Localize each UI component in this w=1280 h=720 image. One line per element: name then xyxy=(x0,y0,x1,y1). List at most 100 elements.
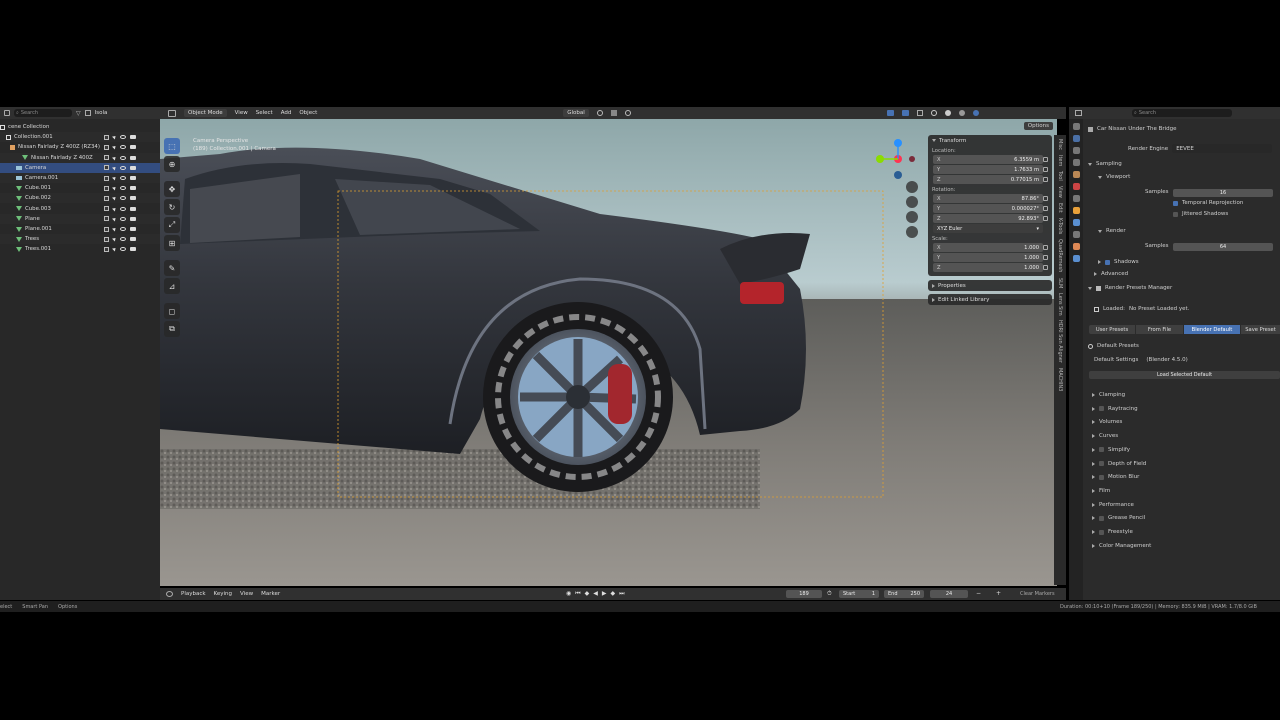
render-camera-icon[interactable] xyxy=(130,165,136,170)
editor-type-icon[interactable] xyxy=(168,109,176,117)
render-camera-icon[interactable] xyxy=(130,206,136,211)
panel-section[interactable]: Freestyle xyxy=(1092,529,1133,535)
transform-tool-icon[interactable]: ⊞ xyxy=(164,235,180,251)
constraints-tab-icon[interactable] xyxy=(1072,243,1080,250)
panel-section[interactable]: Clamping xyxy=(1092,392,1125,398)
eye-icon[interactable] xyxy=(120,227,126,231)
exclude-checkbox-icon[interactable] xyxy=(104,246,109,252)
tool-tab-icon[interactable] xyxy=(1072,123,1080,130)
eye-icon[interactable] xyxy=(120,155,126,160)
outliner-row[interactable]: Cube.002 xyxy=(0,193,160,204)
selectable-icon[interactable] xyxy=(112,134,117,140)
properties-section[interactable]: Properties xyxy=(928,280,1052,291)
exclude-checkbox-icon[interactable] xyxy=(104,165,109,171)
rotation-z-field[interactable]: Z 92.893° xyxy=(933,214,1043,223)
menu-playback[interactable]: Playback xyxy=(181,591,206,597)
outliner-row[interactable]: cene Collection xyxy=(0,122,160,132)
pivot-icon[interactable] xyxy=(596,110,603,116)
eye-icon[interactable] xyxy=(120,216,126,221)
edit-linked-library-section[interactable]: Edit Linked Library xyxy=(928,294,1052,305)
add-cube-tool-icon[interactable]: ◻ xyxy=(164,303,180,319)
sampling-header[interactable]: Sampling xyxy=(1088,161,1122,167)
snap-icon[interactable] xyxy=(610,110,617,116)
output-tab-icon[interactable] xyxy=(1072,147,1080,154)
panel-section[interactable]: Grease Pencil xyxy=(1092,515,1145,521)
minus-icon[interactable]: − xyxy=(976,590,981,597)
checkbox-icon[interactable] xyxy=(1099,515,1104,521)
render-subheader[interactable]: Render xyxy=(1098,228,1126,234)
outliner-row[interactable]: Camera.001 xyxy=(0,173,160,183)
sidebar-tab[interactable]: SLM xyxy=(1057,278,1063,288)
selectable-icon[interactable] xyxy=(112,216,117,222)
object-tab-icon[interactable] xyxy=(1072,207,1080,214)
eye-icon[interactable] xyxy=(120,196,126,201)
shading-rendered-icon[interactable] xyxy=(972,110,979,116)
checkbox-icon[interactable] xyxy=(1105,259,1110,265)
play-icon[interactable]: ▶ xyxy=(602,590,607,598)
lock-icon[interactable] xyxy=(1043,167,1048,172)
transform-header[interactable]: Transform xyxy=(928,135,1052,146)
eye-icon[interactable] xyxy=(120,206,126,211)
proportional-edit-icon[interactable] xyxy=(624,110,631,116)
scale-x-field[interactable]: X 1.000 xyxy=(933,243,1043,252)
viewport-subheader[interactable]: Viewport xyxy=(1098,174,1130,180)
lock-icon[interactable] xyxy=(1043,245,1048,250)
render-camera-icon[interactable] xyxy=(130,186,136,191)
lock-icon[interactable] xyxy=(1043,206,1048,211)
shading-wireframe-icon[interactable] xyxy=(930,110,937,116)
exclude-checkbox-icon[interactable] xyxy=(104,206,109,212)
render-camera-icon[interactable] xyxy=(130,227,136,231)
editor-type-icon[interactable] xyxy=(1075,110,1082,116)
isolate-button[interactable]: Isola xyxy=(95,110,108,116)
shading-solid-icon[interactable] xyxy=(944,110,951,116)
exclude-checkbox-icon[interactable] xyxy=(104,195,109,201)
world-tab-icon[interactable] xyxy=(1072,183,1080,190)
scale-z-field[interactable]: Z 1.000 xyxy=(933,263,1043,272)
selectable-icon[interactable] xyxy=(112,246,117,252)
sidebar-tab[interactable]: QuadRemesh xyxy=(1057,239,1063,272)
new-collection-icon[interactable] xyxy=(84,110,91,116)
selectable-icon[interactable] xyxy=(112,144,117,150)
scene-tab-icon[interactable] xyxy=(1072,171,1080,178)
tab-blender-default[interactable]: Blender Default xyxy=(1184,325,1240,334)
rotation-x-field[interactable]: X 87.86° xyxy=(933,194,1043,203)
panel-section[interactable]: Raytracing xyxy=(1092,406,1138,412)
render-tab-icon[interactable] xyxy=(1072,135,1080,142)
eye-icon[interactable] xyxy=(120,176,126,180)
sidebar-tab[interactable]: Tool xyxy=(1057,171,1063,181)
render-engine-dropdown[interactable]: EEVEE xyxy=(1172,144,1273,153)
current-frame-field[interactable]: 189 xyxy=(786,590,822,598)
prev-keyframe-icon[interactable]: ◆ xyxy=(585,590,590,598)
outliner-row[interactable]: Nissan Fairlady Z 400Z (RZ34) xyxy=(0,142,160,152)
scale-tool-icon[interactable]: ⤢ xyxy=(164,217,180,233)
scale-y-field[interactable]: Y 1.000 xyxy=(933,253,1043,262)
render-camera-icon[interactable] xyxy=(130,196,136,201)
lock-icon[interactable] xyxy=(1043,255,1048,260)
lock-icon[interactable] xyxy=(1043,216,1048,221)
panel-section[interactable]: Simplify xyxy=(1092,447,1130,453)
editor-type-icon[interactable] xyxy=(166,591,173,597)
sidebar-tab[interactable]: Item xyxy=(1057,155,1063,166)
sidebar-tab[interactable]: Misc xyxy=(1057,139,1063,150)
tab-from-file[interactable]: From File xyxy=(1136,325,1183,334)
transform-orientation-dropdown[interactable]: Global xyxy=(563,109,589,117)
default-presets-header[interactable]: Default Presets xyxy=(1088,343,1139,349)
outliner-search-input[interactable]: ⌕ Search xyxy=(14,109,72,117)
temporal-reprojection-checkbox[interactable]: Temporal Reprojection xyxy=(1173,200,1243,206)
sidebar-tab[interactable]: MACHIN3 xyxy=(1057,368,1063,391)
outliner-row[interactable]: Collection.001 xyxy=(0,132,160,143)
selectable-icon[interactable] xyxy=(112,195,117,201)
sidebar-tab[interactable]: Lens Sim xyxy=(1057,293,1063,316)
extra-tool-icon[interactable]: ⧉ xyxy=(164,321,180,337)
location-y-field[interactable]: Y 1.7633 m xyxy=(933,165,1043,174)
start-frame-field[interactable]: Start 1 xyxy=(839,590,879,598)
render-camera-icon[interactable] xyxy=(130,216,136,221)
sidebar-tab[interactable]: View xyxy=(1057,186,1063,198)
outliner-row[interactable]: Cube.001 xyxy=(0,183,160,193)
gizmo-toggle-icon[interactable] xyxy=(886,110,894,116)
sidebar-tab[interactable]: Edit xyxy=(1057,203,1063,213)
exclude-checkbox-icon[interactable] xyxy=(104,216,109,222)
viewport-samples-slider[interactable]: 16 xyxy=(1173,189,1273,197)
render-camera-icon[interactable] xyxy=(130,135,136,140)
jittered-shadows-checkbox[interactable]: Jittered Shadows xyxy=(1173,211,1228,217)
